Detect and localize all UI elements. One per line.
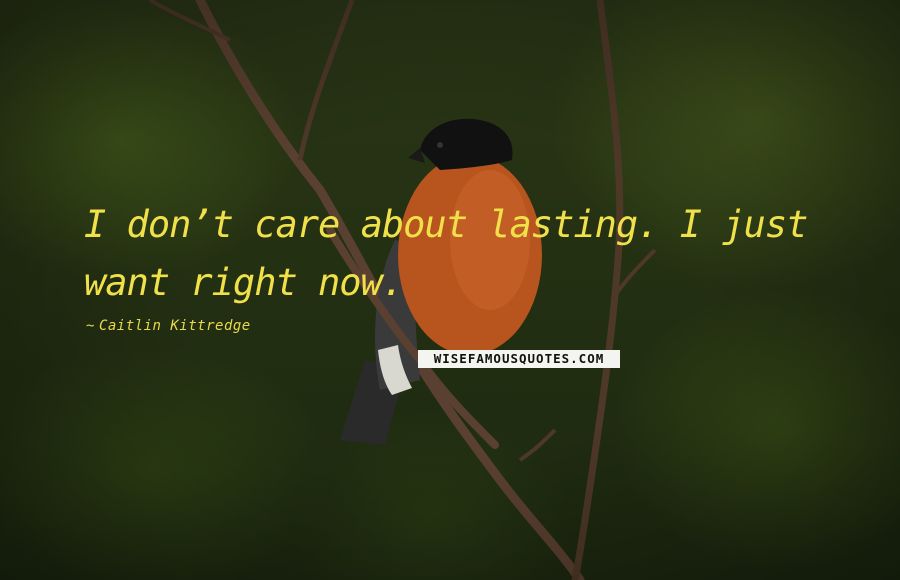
twig-upper-left	[297, 0, 355, 161]
quote-card: I don’t care about lasting. I just want …	[0, 0, 900, 580]
twig-lower	[518, 428, 557, 462]
author-prefix: ~	[86, 318, 95, 334]
quote-author: ~ Caitlin Kittredge	[86, 318, 251, 334]
twig-top-left	[148, 0, 231, 42]
quote-text: I don’t care about lasting. I just want …	[84, 203, 808, 304]
site-watermark-logo: WISEFAMOUSQUOTES.COM	[418, 350, 620, 368]
bird-eye	[437, 142, 443, 148]
bird-cap	[420, 118, 513, 170]
author-name: Caitlin Kittredge	[98, 318, 251, 334]
